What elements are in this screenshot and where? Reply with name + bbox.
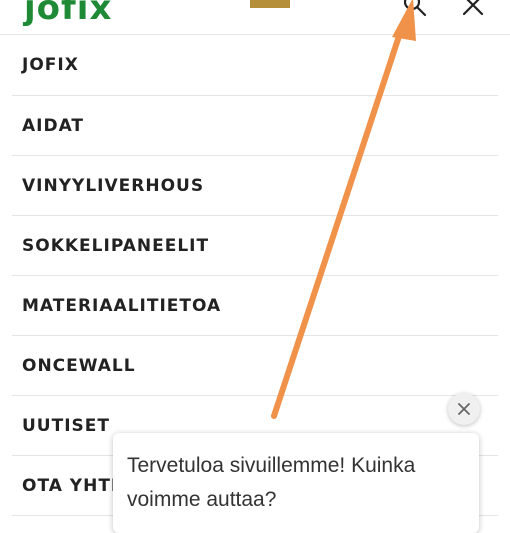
close-icon[interactable] bbox=[458, 0, 488, 20]
menu-item-jofix[interactable]: JOFIX bbox=[12, 34, 498, 96]
close-icon bbox=[458, 403, 470, 415]
chat-welcome-message: Tervetuloa sivuillemme! Kuinka voimme au… bbox=[127, 454, 416, 511]
site-logo[interactable]: jofix bbox=[24, 0, 112, 28]
menu-item-sokkelipaneelit[interactable]: SOKKELIPANEELIT bbox=[12, 216, 498, 276]
menu-item-materiaalitietoa[interactable]: MATERIAALITIETOA bbox=[12, 276, 498, 336]
chat-welcome-bubble[interactable]: Tervetuloa sivuillemme! Kuinka voimme au… bbox=[113, 433, 479, 533]
search-icon[interactable] bbox=[402, 0, 428, 18]
menu-item-aidat[interactable]: AIDAT bbox=[12, 96, 498, 156]
menu-item-vinyyliverhous[interactable]: VINYYLIVERHOUS bbox=[12, 156, 498, 216]
chat-close-button[interactable] bbox=[448, 393, 480, 425]
menu-item-oncewall[interactable]: ONCEWALL bbox=[12, 336, 498, 396]
site-header: jofix bbox=[0, 0, 510, 35]
logo-accent-bar bbox=[250, 0, 290, 8]
